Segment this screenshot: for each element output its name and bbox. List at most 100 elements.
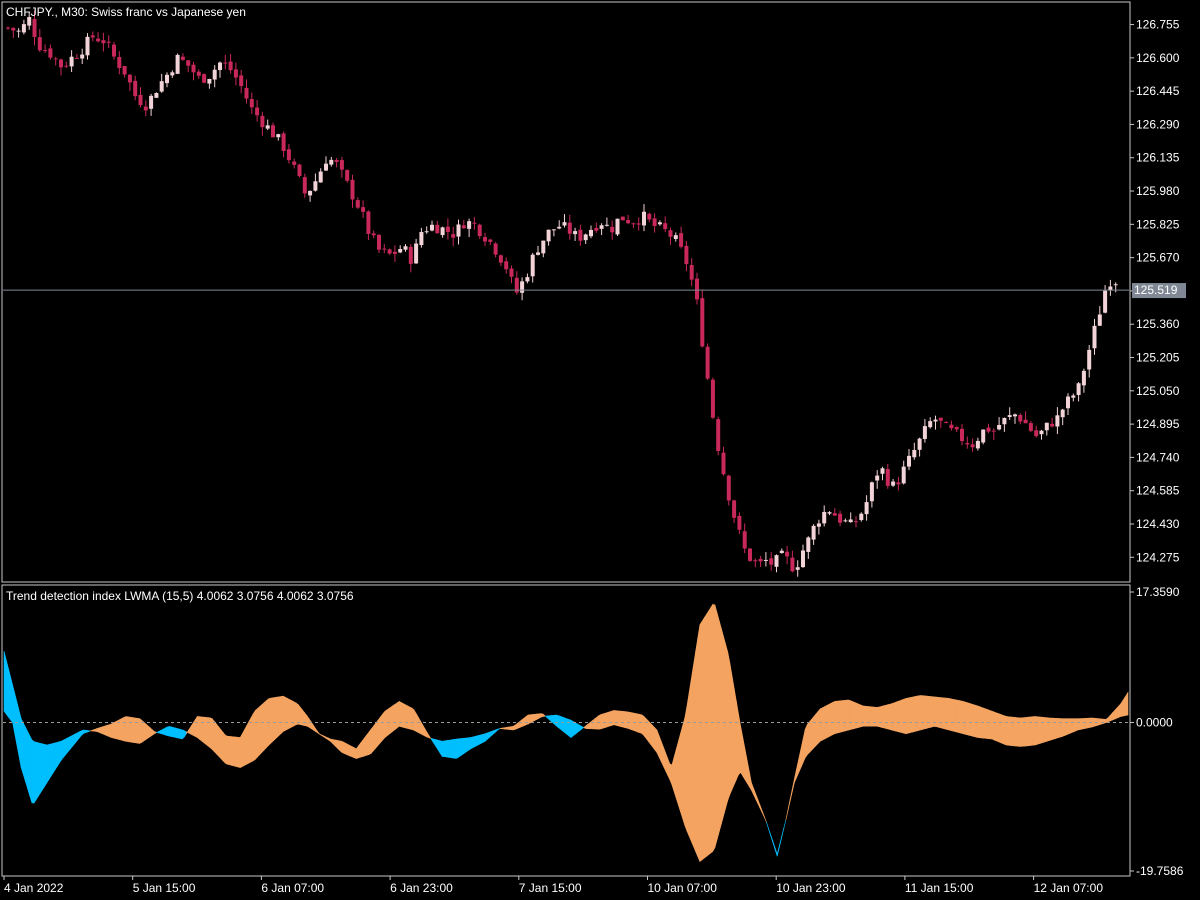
tdi-fill-segment (1036, 716, 1040, 745)
indicator-tick-label: -19.7586 (1136, 864, 1184, 878)
tdi-fill-segment (1086, 717, 1089, 729)
price-pane-title: CHFJPY., M30: Swiss franc vs Japanese ye… (6, 5, 246, 19)
tdi-fill-segment (1019, 717, 1023, 747)
tdi-fill-segment (5, 659, 9, 718)
candle-body (350, 179, 355, 200)
candle-body (944, 422, 949, 424)
tdi-fill-segment (3, 650, 7, 715)
candle-body (758, 558, 763, 562)
tdi-fill-segment (540, 713, 544, 718)
candle-body (249, 99, 254, 108)
tdi-fill-segment (925, 695, 928, 730)
tdi-fill-segment (652, 724, 656, 751)
tdi-fill-segment (218, 726, 222, 760)
tdi-fill-segment (523, 716, 527, 727)
candle-body (398, 249, 403, 253)
tdi-fill-segment (725, 644, 729, 809)
candle-body (1076, 383, 1081, 395)
tdi-fill-segment (953, 698, 956, 733)
tdi-fill-segment (115, 720, 119, 740)
tdi-fill-segment (358, 742, 361, 759)
candle-body (1013, 414, 1017, 417)
time-tick-label: 6 Jan 23:00 (390, 881, 453, 895)
tdi-fill-segment (1004, 715, 1008, 746)
tdi-fill-segment (409, 706, 413, 731)
tdi-fill-segment (695, 638, 699, 857)
candle-body (763, 559, 768, 561)
tdi-fill-segment (940, 697, 943, 729)
tdi-fill-segment (564, 717, 568, 735)
tdi-fill-segment (147, 725, 151, 739)
tdi-fill-segment (59, 740, 63, 764)
tdi-fill-segment (1066, 718, 1070, 735)
tdi-fill-segment (441, 740, 445, 757)
candle-body (774, 555, 779, 567)
tdi-fill-segment (443, 740, 447, 758)
tdi-fill-segment (231, 736, 235, 767)
candle-body (101, 40, 106, 44)
candle-body (594, 227, 599, 231)
tdi-fill-segment (553, 714, 557, 727)
tdi-fill-segment (615, 710, 619, 727)
tdi-fill-segment (291, 700, 295, 728)
candle-body (302, 177, 307, 194)
candle-body (106, 41, 111, 43)
tdi-fill-segment (304, 711, 308, 727)
tdi-fill-segment (1043, 717, 1046, 743)
tdi-fill-segment (244, 725, 247, 766)
time-tick-label: 10 Jan 07:00 (648, 881, 718, 895)
tdi-fill-segment (18, 710, 22, 768)
tdi-fill-segment (111, 722, 114, 739)
candle-body (657, 222, 662, 225)
tdi-fill-segment (1013, 716, 1016, 747)
candle-body (536, 252, 540, 255)
candle-body (1023, 419, 1028, 424)
tdi-fill-segment (1073, 718, 1077, 733)
candle-body (271, 125, 275, 138)
tdi-fill-segment (699, 620, 703, 863)
tdi-fill-segment (1034, 716, 1038, 746)
tdi-fill-segment (961, 700, 965, 735)
tdi-fill-segment (471, 736, 475, 749)
tdi-fill-segment (987, 709, 991, 740)
candle-body (355, 200, 360, 208)
candle-body (854, 521, 858, 523)
tdi-fill-segment (113, 721, 116, 740)
tdi-fill-segment (555, 714, 559, 729)
tdi-fill-segment (362, 736, 366, 757)
candle-body (498, 255, 503, 263)
tdi-fill-segment (871, 706, 875, 727)
candle-body (334, 159, 339, 162)
tdi-fill-segment (27, 731, 31, 796)
price-tick-label: 126.290 (1136, 117, 1180, 131)
tdi-fill-segment (235, 736, 239, 768)
tdi-fill-segment (263, 700, 267, 752)
tdi-fill-segment (246, 721, 250, 765)
candle-body (917, 438, 922, 450)
tdi-fill-segment (506, 726, 510, 730)
tdi-fill-segment (340, 740, 344, 754)
candle-body (790, 557, 795, 572)
candle-body (578, 229, 583, 241)
tdi-fill-segment (121, 716, 125, 742)
candle-body (907, 455, 911, 467)
tdi-fill-segment (257, 706, 260, 758)
candle-body (869, 482, 874, 502)
candle-body (864, 502, 869, 515)
candle-body (843, 520, 848, 522)
tdi-fill-segment (927, 695, 930, 729)
candle-body (684, 245, 689, 265)
candle-body (769, 558, 774, 565)
tdi-fill-segment (957, 699, 961, 734)
candle-body (419, 232, 424, 246)
tdi-fill-segment (590, 719, 593, 730)
tdi-fill-segment (278, 696, 282, 737)
tdi-fill-segment (974, 704, 978, 738)
tdi-fill-segment (1051, 717, 1055, 741)
candle-body (1050, 423, 1055, 427)
tdi-fill-segment (1058, 718, 1061, 739)
candle-body (175, 54, 180, 74)
price-tick-label: 124.585 (1136, 484, 1180, 498)
tdi-fill-segment (905, 697, 909, 735)
candle-body (11, 27, 16, 31)
